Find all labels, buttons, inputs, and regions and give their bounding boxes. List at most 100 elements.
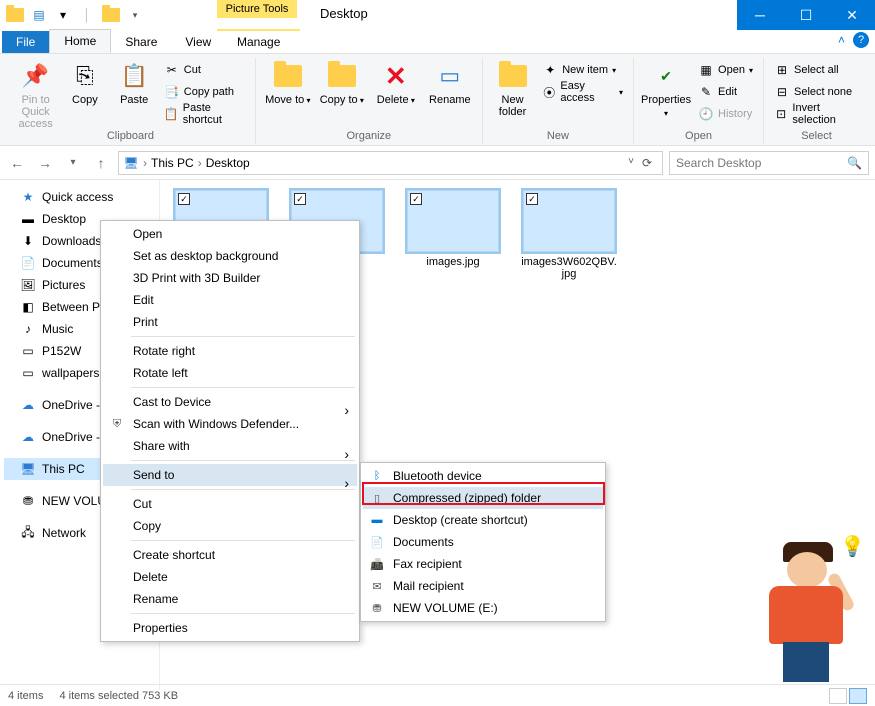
context-menu-item[interactable]: 📄Documents (363, 531, 603, 553)
context-menu-item[interactable]: 📠Fax recipient (363, 553, 603, 575)
context-menu-item[interactable]: ⛨Scan with Windows Defender... (103, 413, 357, 435)
address-dropdown-icon[interactable]: ˅ (628, 156, 634, 170)
window-controls: ─ ☐ ✕ (737, 0, 875, 30)
edit-button[interactable]: ✎Edit (696, 82, 755, 102)
rename-button[interactable]: ▭ Rename (426, 58, 474, 106)
address-bar[interactable]: 🖥 › This PC › Desktop ˅ ⟳ (118, 151, 663, 175)
sidebar-item-label: OneDrive - (42, 430, 100, 444)
context-menu-item[interactable]: Delete (103, 566, 357, 588)
new-item-button[interactable]: ✦New item ▾ (540, 60, 625, 80)
file-thumbnail[interactable]: ✓images.jpg (404, 190, 502, 280)
qat-overflow-icon[interactable]: ▾ (124, 4, 146, 26)
qat-sep: │ (76, 4, 98, 26)
search-input[interactable]: Search Desktop 🔍 (669, 151, 869, 175)
easy-access-label: Easy access (560, 80, 615, 104)
context-menu-item[interactable]: Share with (103, 435, 357, 457)
menu-item-label: Rename (133, 592, 178, 606)
invert-selection-icon: ⊡ (774, 106, 788, 122)
context-menu-item[interactable]: ▯ Compressed (zipped) folder (363, 487, 603, 509)
pin-to-quick-access-button[interactable]: 📌 Pin to Quick access (14, 58, 57, 130)
search-icon[interactable]: 🔍 (847, 156, 862, 170)
selection-checkbox[interactable]: ✓ (178, 193, 190, 205)
context-menu-item[interactable]: 3D Print with 3D Builder (103, 267, 357, 289)
invert-selection-button[interactable]: ⊡Invert selection (772, 104, 861, 124)
menu-item-label: Desktop (create shortcut) (393, 513, 528, 527)
context-menu-item[interactable]: Print (103, 311, 357, 333)
menu-item-label: Rotate left (133, 366, 188, 380)
checked-folder-icon[interactable] (100, 4, 122, 26)
delete-button[interactable]: ✕ Delete (372, 58, 420, 107)
selection-checkbox[interactable]: ✓ (294, 193, 306, 205)
select-all-button[interactable]: ⊞Select all (772, 60, 861, 80)
easy-access-button[interactable]: ⦿Easy access ▾ (540, 82, 625, 102)
thumbnail-image: ✓ (523, 190, 615, 252)
copy-label: Copy (72, 94, 98, 106)
copy-button[interactable]: ⎘ Copy (63, 58, 106, 106)
tab-home[interactable]: Home (49, 29, 111, 53)
sidebar-item[interactable]: ★Quick access (4, 186, 155, 208)
forward-button[interactable]: → (34, 152, 56, 174)
sidebar-item-label: P152W (42, 344, 81, 358)
scissors-icon: ✂ (164, 62, 180, 78)
sidebar-item-icon: 🖥 (20, 461, 36, 477)
context-menu-item[interactable]: ✉Mail recipient (363, 575, 603, 597)
context-menu-item[interactable]: ⛃NEW VOLUME (E:) (363, 597, 603, 619)
sidebar-item-label: OneDrive - (42, 398, 100, 412)
copy-to-button[interactable]: Copy to (318, 58, 366, 107)
copy-path-button[interactable]: 📑Copy path (162, 82, 247, 102)
recent-locations-button[interactable]: ▾ (62, 152, 84, 174)
paste-shortcut-button[interactable]: 📋Paste shortcut (162, 104, 247, 124)
ribbon-collapse-icon[interactable]: ˄ (838, 33, 845, 47)
history-icon: 🕘 (698, 106, 714, 122)
sidebar-item-icon: ☁ (20, 397, 36, 413)
tab-manage[interactable]: Manage (217, 29, 300, 53)
properties-button[interactable]: ✔ Properties (642, 58, 690, 120)
context-menu-item[interactable]: ▬Desktop (create shortcut) (363, 509, 603, 531)
history-button[interactable]: 🕘History (696, 104, 755, 124)
sidebar-item-label: Between P (42, 300, 100, 314)
details-view-button[interactable] (829, 688, 847, 704)
maximize-button[interactable]: ☐ (783, 0, 829, 30)
context-menu-item[interactable]: Rotate right (103, 340, 357, 362)
context-menu-item[interactable]: Open (103, 223, 357, 245)
context-menu-item[interactable]: Properties (103, 617, 357, 639)
refresh-button[interactable]: ⟳ (636, 156, 658, 170)
select-none-button[interactable]: ⊟Select none (772, 82, 861, 102)
close-button[interactable]: ✕ (829, 0, 875, 30)
menu-item-label: Create shortcut (133, 548, 215, 562)
context-menu-item[interactable]: Rotate left (103, 362, 357, 384)
move-to-button[interactable]: Move to (264, 58, 312, 107)
paste-label: Paste (120, 94, 148, 106)
new-folder-button[interactable]: New folder (491, 58, 534, 118)
context-menu-item[interactable]: ᛒBluetooth device (363, 465, 603, 487)
menu-item-label: Rotate right (133, 344, 195, 358)
context-menu-item[interactable]: Create shortcut (103, 544, 357, 566)
menu-item-icon: ▯ (369, 490, 385, 506)
cut-button[interactable]: ✂Cut (162, 60, 247, 80)
minimize-button[interactable]: ─ (737, 0, 783, 30)
paste-button[interactable]: 📋 Paste (113, 58, 156, 106)
menu-item-label: Compressed (zipped) folder (393, 491, 541, 505)
context-menu-item[interactable]: Rename (103, 588, 357, 610)
context-menu-item[interactable]: Copy (103, 515, 357, 537)
tab-file[interactable]: File (2, 31, 49, 53)
context-menu-item[interactable]: Cast to Device (103, 391, 357, 413)
move-to-label: Move to (265, 94, 310, 107)
breadcrumb-desktop[interactable]: Desktop (206, 156, 250, 170)
tab-share[interactable]: Share (111, 31, 171, 53)
file-thumbnail[interactable]: ✓images3W602QBV.jpg (520, 190, 618, 280)
context-menu-item[interactable]: Cut (103, 493, 357, 515)
qat-dropdown-icon[interactable]: ▾ (52, 4, 74, 26)
selection-checkbox[interactable]: ✓ (526, 193, 538, 205)
help-icon[interactable]: ? (853, 32, 869, 48)
sidebar-item-label: Music (42, 322, 73, 336)
thumbnails-view-button[interactable] (849, 688, 867, 704)
up-button[interactable]: ↑ (90, 152, 112, 174)
context-menu-item[interactable]: Set as desktop background (103, 245, 357, 267)
open-button[interactable]: ▦Open ▾ (696, 60, 755, 80)
back-button[interactable]: ← (6, 152, 28, 174)
selection-checkbox[interactable]: ✓ (410, 193, 422, 205)
breadcrumb-this-pc[interactable]: This PC (151, 156, 194, 170)
context-menu-item[interactable]: Edit (103, 289, 357, 311)
context-menu-item[interactable]: Send to (103, 464, 357, 486)
